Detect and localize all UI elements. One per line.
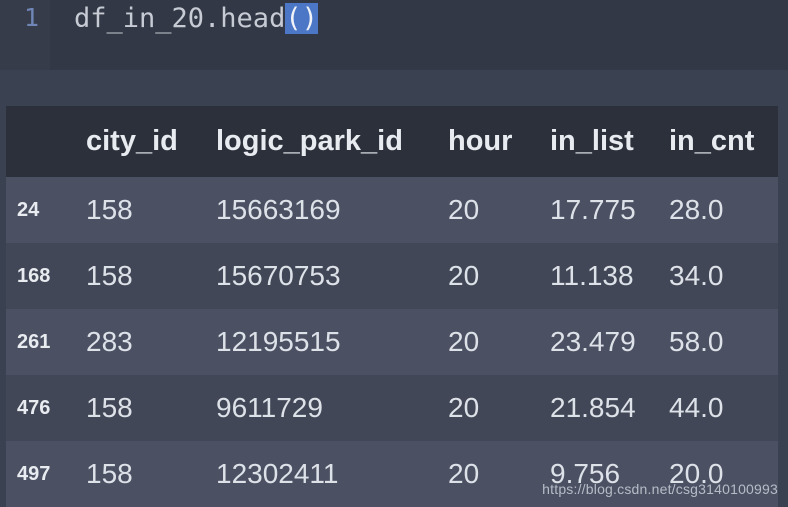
table-cell: 20 (448, 194, 480, 225)
column-header: in_cnt (669, 125, 755, 157)
table-cell: 283 (86, 326, 133, 357)
column-header: hour (448, 125, 513, 157)
line-number-gutter: 1 (0, 0, 50, 70)
table-row: 261 283 12195515 20 23.479 58.0 (6, 309, 778, 375)
table-row: 24 158 15663169 20 17.775 28.0 (6, 177, 778, 243)
table-cell: 20 (448, 392, 480, 423)
table-cell: 28.0 (669, 194, 724, 225)
table-cell: 34.0 (669, 260, 724, 291)
cell-output: city_id logic_park_id hour in_list in_cn… (0, 70, 788, 507)
table-cell: 158 (86, 260, 133, 291)
column-header: city_id (86, 125, 178, 157)
code-editor[interactable]: df_in_20.head() (50, 0, 788, 70)
selected-code-text: () (285, 3, 318, 34)
code-line[interactable]: df_in_20.head() (74, 2, 318, 36)
table-cell: 11.138 (550, 260, 634, 291)
code-cell[interactable]: 1 df_in_20.head() (0, 0, 788, 70)
table-cell: 9.756 (550, 458, 621, 489)
table-header-row: city_id logic_park_id hour in_list in_cn… (6, 106, 778, 177)
table-cell: 158 (86, 458, 133, 489)
row-index: 261 (17, 330, 51, 353)
code-text: df_in_20.head (74, 3, 286, 34)
table-cell: 20 (448, 326, 480, 357)
table-cell: 58.0 (669, 326, 724, 357)
table-row: 497 158 12302411 20 9.756 20.0 (6, 441, 778, 507)
table-cell: 12195515 (216, 326, 341, 357)
line-number: 1 (24, 3, 40, 32)
table-cell: 12302411 (216, 458, 339, 489)
table-cell: 23.479 (550, 326, 636, 357)
row-index: 24 (17, 198, 40, 221)
table-row: 168 158 15670753 20 11.138 34.0 (6, 243, 778, 309)
table-cell: 158 (86, 194, 133, 225)
column-header: in_list (550, 125, 634, 157)
table-cell: 9611729 (216, 392, 323, 423)
column-header: logic_park_id (216, 125, 403, 157)
row-index: 476 (17, 396, 51, 419)
row-index: 168 (17, 264, 51, 287)
table-cell: 20.0 (669, 458, 724, 489)
table-cell: 44.0 (669, 392, 724, 423)
table-row: 476 158 9611729 20 21.854 44.0 (6, 375, 778, 441)
index-header (6, 106, 74, 177)
table-cell: 15663169 (216, 194, 341, 225)
watermark-text: https://blog.csdn.net/csg3140100993 (542, 481, 778, 497)
table-cell: 17.775 (550, 194, 636, 225)
table-cell: 20 (448, 260, 480, 291)
table-cell: 15670753 (216, 260, 341, 291)
row-index: 497 (17, 462, 51, 485)
table-cell: 158 (86, 392, 133, 423)
dataframe-table: city_id logic_park_id hour in_list in_cn… (6, 106, 778, 507)
table-cell: 20 (448, 458, 480, 489)
table-cell: 21.854 (550, 392, 636, 423)
